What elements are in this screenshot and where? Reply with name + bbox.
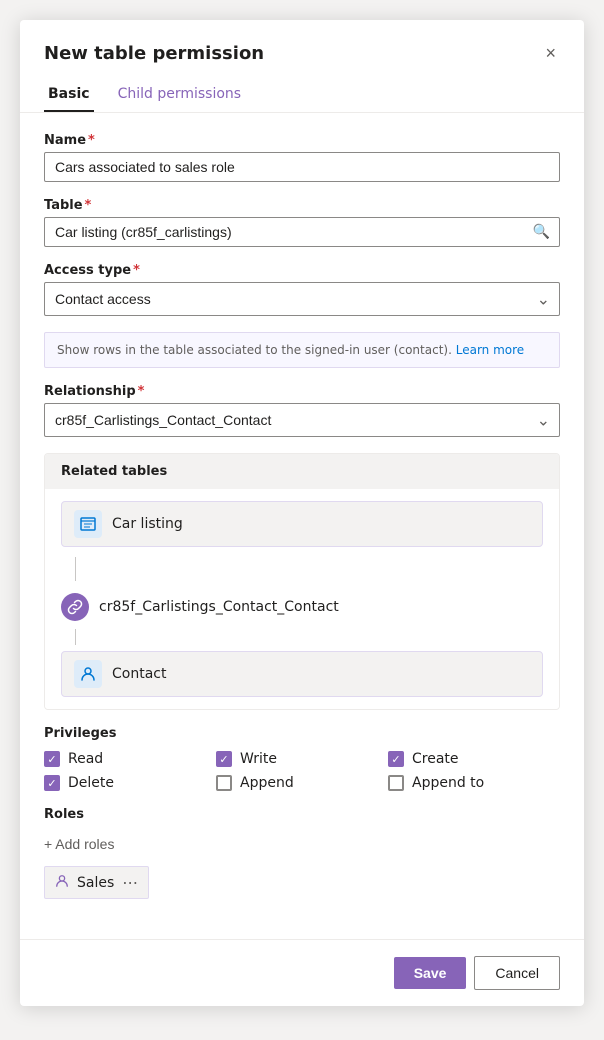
roles-list: Sales ⋯ bbox=[44, 866, 560, 899]
search-icon: 🔍 bbox=[533, 224, 550, 240]
privilege-append[interactable]: Append bbox=[216, 775, 388, 791]
privileges-title: Privileges bbox=[44, 726, 560, 741]
save-button[interactable]: Save bbox=[394, 957, 467, 989]
modal: New table permission × Basic Child permi… bbox=[20, 20, 584, 1006]
close-button[interactable]: × bbox=[541, 40, 560, 66]
access-type-label: Access type* bbox=[44, 263, 560, 278]
relationship-select[interactable]: cr85f_Carlistings_Contact_Contact bbox=[44, 403, 560, 437]
modal-title: New table permission bbox=[44, 43, 264, 64]
privilege-delete[interactable]: ✓ Delete bbox=[44, 775, 216, 791]
modal-header: New table permission × bbox=[20, 20, 584, 66]
modal-body: Name* Table* 🔍 Access type* Contact acce… bbox=[20, 113, 584, 939]
relationship-group: Relationship* cr85f_Carlistings_Contact_… bbox=[44, 384, 560, 437]
roles-title: Roles bbox=[44, 807, 560, 822]
tab-basic[interactable]: Basic bbox=[44, 78, 94, 112]
cancel-button[interactable]: Cancel bbox=[474, 956, 560, 990]
tab-child-permissions[interactable]: Child permissions bbox=[114, 78, 246, 112]
car-listing-label: Car listing bbox=[112, 516, 183, 532]
relationship-label-text: cr85f_Carlistings_Contact_Contact bbox=[99, 599, 339, 615]
table-label: Table* bbox=[44, 198, 560, 213]
related-table-item-relationship bbox=[61, 553, 543, 585]
privilege-create[interactable]: ✓ Create bbox=[388, 751, 560, 767]
checkbox-append-to bbox=[388, 775, 404, 791]
add-roles-button[interactable]: + Add roles bbox=[44, 832, 114, 856]
privilege-write[interactable]: ✓ Write bbox=[216, 751, 388, 767]
table-input-wrapper: 🔍 bbox=[44, 217, 560, 247]
checkbox-read: ✓ bbox=[44, 751, 60, 767]
related-table-item-car-listing[interactable]: Car listing bbox=[61, 501, 543, 547]
name-label: Name* bbox=[44, 133, 560, 148]
access-type-select[interactable]: Contact access bbox=[44, 282, 560, 316]
role-tag-sales: Sales ⋯ bbox=[44, 866, 149, 899]
relationship-select-wrapper: cr85f_Carlistings_Contact_Contact ⌄ bbox=[44, 403, 560, 437]
checkbox-delete: ✓ bbox=[44, 775, 60, 791]
privilege-append-to[interactable]: Append to bbox=[388, 775, 560, 791]
table-group: Table* 🔍 bbox=[44, 198, 560, 247]
roles-section: Roles + Add roles Sales ⋯ bbox=[44, 807, 560, 899]
info-box: Show rows in the table associated to the… bbox=[44, 332, 560, 368]
related-tables-header: Related tables bbox=[45, 454, 559, 489]
related-table-item-contact[interactable]: Contact bbox=[61, 651, 543, 697]
related-tables-section: Related tables Car listing bbox=[44, 453, 560, 710]
learn-more-link[interactable]: Learn more bbox=[456, 343, 524, 357]
table-input[interactable] bbox=[44, 217, 560, 247]
person-role-icon bbox=[55, 874, 69, 892]
related-tables-body: Car listing cr85f_Carlistings_C bbox=[45, 489, 559, 709]
table-icon-car-listing bbox=[74, 510, 102, 538]
checkbox-create: ✓ bbox=[388, 751, 404, 767]
relationship-label: Relationship* bbox=[44, 384, 560, 399]
access-type-select-wrapper: Contact access ⌄ bbox=[44, 282, 560, 316]
link-icon-relationship bbox=[61, 593, 89, 621]
role-name: Sales bbox=[77, 875, 114, 891]
access-type-group: Access type* Contact access ⌄ bbox=[44, 263, 560, 316]
relationship-row: cr85f_Carlistings_Contact_Contact bbox=[61, 591, 543, 623]
contact-label: Contact bbox=[112, 666, 166, 682]
checkbox-append bbox=[216, 775, 232, 791]
modal-footer: Save Cancel bbox=[20, 939, 584, 1006]
privileges-grid: ✓ Read ✓ Write ✓ Create bbox=[44, 751, 560, 791]
privilege-read[interactable]: ✓ Read bbox=[44, 751, 216, 767]
checkbox-write: ✓ bbox=[216, 751, 232, 767]
privileges-section: Privileges ✓ Read ✓ Write ✓ bbox=[44, 726, 560, 791]
person-icon-contact bbox=[74, 660, 102, 688]
name-group: Name* bbox=[44, 133, 560, 182]
name-input[interactable] bbox=[44, 152, 560, 182]
role-menu-icon[interactable]: ⋯ bbox=[122, 873, 138, 892]
tabs-bar: Basic Child permissions bbox=[20, 66, 584, 113]
